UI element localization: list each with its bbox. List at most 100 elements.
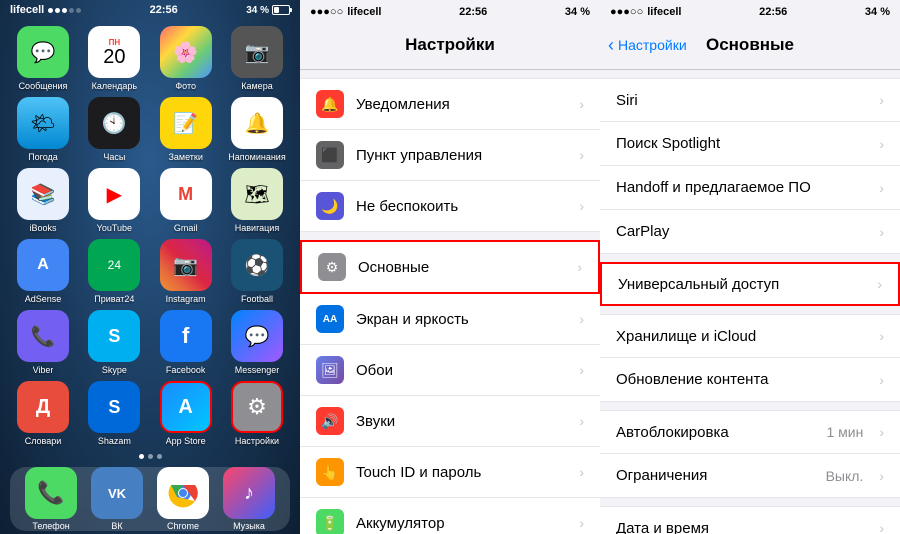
dock-vk[interactable]: VK ВК [91,467,143,531]
settings-row-wallpaper[interactable]: 🖼 Обои › [300,345,600,396]
settings-title: Настройки [405,35,495,55]
settings-row-general[interactable]: ⚙ Основные › [300,240,600,294]
settings-row-display[interactable]: AA Экран и яркость › [300,294,600,345]
app-calendar[interactable]: ПН 20 Календарь [83,26,145,91]
app-viber[interactable]: 📞 Viber [12,310,74,375]
app-gmail-label: Gmail [174,223,198,233]
app-shazam[interactable]: S Shazam [83,381,145,446]
general-group-3: Хранилище и iCloud › Обновление контента… [600,314,900,402]
app-facebook-label: Facebook [166,365,206,375]
app-football-label: Football [241,294,273,304]
dock: 📞 Телефон VK ВК Chrome ♪ [10,467,290,531]
dock-chrome-icon [157,467,209,519]
app-shazam-label: Shazam [98,436,131,446]
app-skype-icon: S [88,310,140,362]
app-photos-label: Фото [175,81,196,91]
wallpaper-icon: 🖼 [316,356,344,384]
app-settings-home[interactable]: ⚙ Настройки [226,381,288,446]
app-skype[interactable]: S Skype [83,310,145,375]
app-maps[interactable]: 🗺 Навигация [226,168,288,233]
general-row-autolock[interactable]: Автоблокировка 1 мин › [600,410,900,454]
general-icon: ⚙ [318,253,346,281]
handoff-label: Handoff и предлагаемое ПО [616,179,867,196]
back-button[interactable]: ‹ Настройки [608,36,687,54]
app-messenger-label: Messenger [235,365,280,375]
app-adsense[interactable]: A AdSense [12,239,74,304]
carrier-name: lifecell [10,4,44,16]
app-reminders-icon: 🔔 [231,97,283,149]
notifications-label: Уведомления [356,96,567,113]
general-row-storage[interactable]: Хранилище и iCloud › [600,314,900,358]
home-screen: lifecell 22:56 34 % 💬 Сообщения [0,0,300,534]
settings-row-notifications[interactable]: 🔔 Уведомления › [300,78,600,130]
settings-time: 22:56 [459,6,487,18]
app-football[interactable]: ⚽ Football [226,239,288,304]
app-gmail[interactable]: M Gmail [155,168,217,233]
app-slovari[interactable]: Д Словари [12,381,74,446]
app-clock-label: Часы [103,152,125,162]
dock-chrome[interactable]: Chrome [157,467,209,531]
display-label: Экран и яркость [356,311,567,328]
app-appstore-icon: A [160,381,212,433]
app-youtube-icon: ▶ [88,168,140,220]
general-row-carplay[interactable]: CarPlay › [600,210,900,254]
app-youtube-label: YouTube [97,223,132,233]
general-row-handoff[interactable]: Handoff и предлагаемое ПО › [600,166,900,210]
app-camera[interactable]: 📷 Камера [226,26,288,91]
app-reminders[interactable]: 🔔 Напоминания [226,97,288,162]
dock-music[interactable]: ♪ Музыка [223,467,275,531]
app-photos[interactable]: 🌸 Фото [155,26,217,91]
app-maps-icon: 🗺 [231,168,283,220]
app-ibooks[interactable]: 📚 iBooks [12,168,74,233]
storage-label: Хранилище и iCloud [616,328,867,345]
app-camera-icon: 📷 [231,26,283,78]
datetime-label: Дата и время [616,520,867,534]
app-notes[interactable]: 📝 Заметки [155,97,217,162]
app-gmail-icon: M [160,168,212,220]
app-grid: 💬 Сообщения ПН 20 Календарь 🌸 Фото 📷 Кам… [0,18,300,454]
app-football-icon: ⚽ [231,239,283,291]
app-messenger[interactable]: 💬 Messenger [226,310,288,375]
dock-chrome-label: Chrome [167,521,199,531]
settings-row-touchid[interactable]: 👆 Touch ID и пароль › [300,447,600,498]
back-label: Настройки [618,37,687,53]
app-messages[interactable]: 💬 Сообщения [12,26,74,91]
dock-phone-label: Телефон [32,521,69,531]
app-facebook-icon: f [160,310,212,362]
app-instagram[interactable]: 📷 Instagram [155,239,217,304]
settings-row-sounds[interactable]: 🔊 Звуки › [300,396,600,447]
general-row-restrictions[interactable]: Ограничения Выкл. › [600,454,900,498]
app-row-3: 📚 iBooks ▶ YouTube M Gmail 🗺 Навигация [12,168,288,233]
control-chevron: › [579,147,584,163]
dock-music-icon: ♪ [223,467,275,519]
accessibility-label: Универсальный доступ [618,276,865,293]
autolock-value: 1 мин [826,424,863,440]
battery-icon [272,5,290,15]
app-weather[interactable]: 🌤 Погода [12,97,74,162]
dock-phone[interactable]: 📞 Телефон [25,467,77,531]
general-row-accessibility[interactable]: Универсальный доступ › [600,262,900,306]
app-appstore[interactable]: A App Store [155,381,217,446]
general-row-spotlight[interactable]: Поиск Spotlight › [600,122,900,166]
app-reminders-label: Напоминания [228,152,285,162]
general-row-bgrefresh[interactable]: Обновление контента › [600,358,900,402]
general-row-datetime[interactable]: Дата и время › [600,506,900,534]
app-youtube[interactable]: ▶ YouTube [83,168,145,233]
touchid-label: Touch ID и пароль [356,464,567,481]
general-row-siri[interactable]: Siri › [600,78,900,122]
dock-vk-icon: VK [91,467,143,519]
app-facebook[interactable]: f Facebook [155,310,217,375]
app-calendar-label: Календарь [92,81,137,91]
signal-indicator [48,8,81,13]
settings-row-dnd[interactable]: 🌙 Не беспокоить › [300,181,600,232]
settings-row-control[interactable]: ⬛ Пункт управления › [300,130,600,181]
control-icon: ⬛ [316,141,344,169]
touchid-icon: 👆 [316,458,344,486]
dnd-label: Не беспокоить [356,198,567,215]
app-row-5: 📞 Viber S Skype f Facebook 💬 Messenger [12,310,288,375]
app-privat[interactable]: 24 Приват24 [83,239,145,304]
app-clock[interactable]: 🕙 Часы [83,97,145,162]
settings-row-battery[interactable]: 🔋 Аккумулятор › [300,498,600,534]
general-title: Основные [706,35,794,55]
restrictions-value: Выкл. [826,468,864,484]
